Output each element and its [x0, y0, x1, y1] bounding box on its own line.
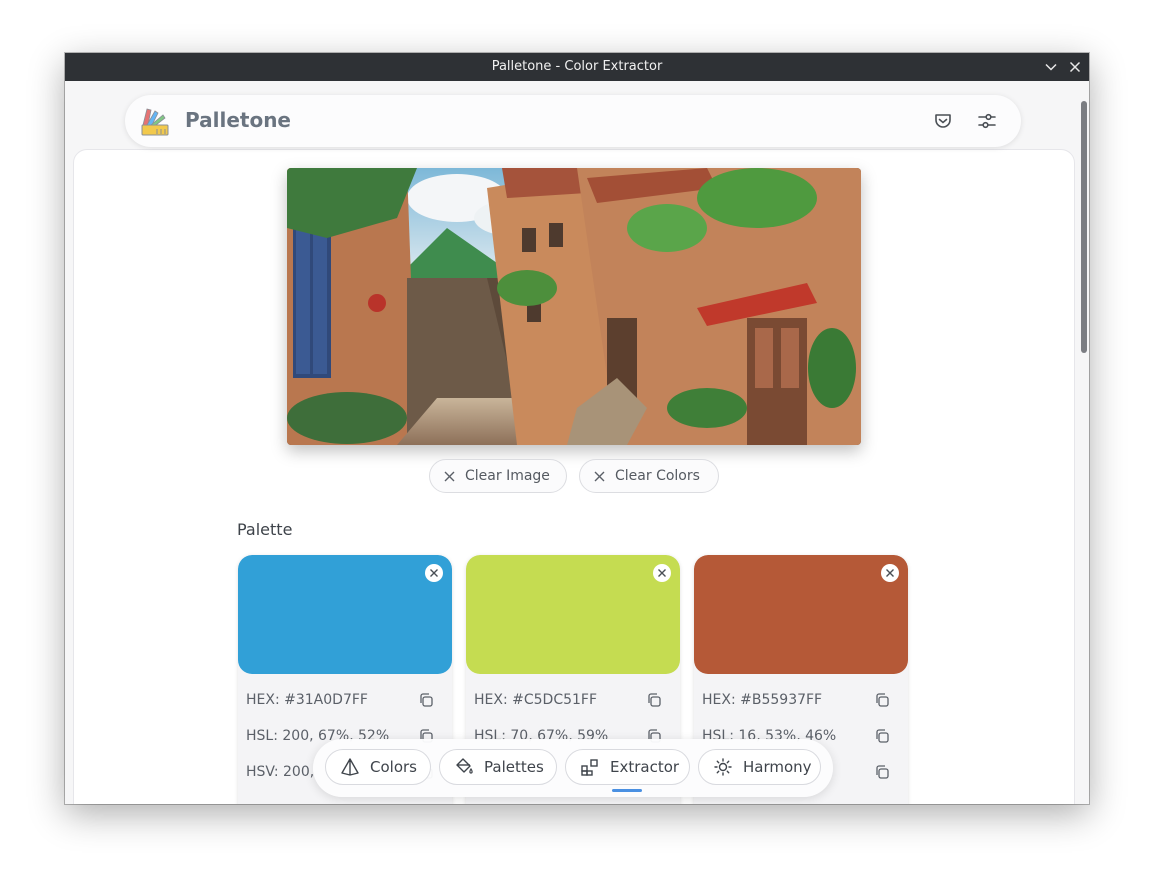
sun-icon — [713, 757, 733, 777]
close-icon — [444, 471, 455, 482]
hex-row: HEX: #31A0D7FF — [246, 692, 444, 712]
close-icon — [430, 569, 438, 577]
app-header: Palletone — [125, 95, 1021, 147]
prism-icon — [340, 757, 360, 777]
copy-icon[interactable] — [874, 764, 892, 782]
hex-value: HEX: #31A0D7FF — [246, 692, 368, 708]
close-icon — [658, 569, 666, 577]
source-image[interactable] — [287, 168, 861, 445]
copy-icon[interactable] — [418, 692, 436, 710]
copy-icon[interactable] — [646, 692, 664, 710]
main-content: Clear Image Clear Colors Palette HEX: #3… — [65, 81, 1089, 804]
close-icon — [886, 569, 894, 577]
active-tab-indicator — [612, 789, 642, 792]
copy-icon[interactable] — [874, 728, 892, 746]
app-window: Palletone - Color Extractor Clear Image … — [65, 53, 1089, 804]
clear-image-label: Clear Image — [465, 468, 550, 484]
street-scene-image — [287, 168, 861, 445]
remove-color-button[interactable] — [881, 564, 899, 582]
clear-colors-button[interactable]: Clear Colors — [579, 459, 719, 493]
hex-row: HEX: #B55937FF — [702, 692, 900, 712]
nav-extractor-label: Extractor — [610, 758, 680, 776]
nav-extractor[interactable]: Extractor — [565, 749, 690, 785]
nav-harmony-label: Harmony — [743, 758, 812, 776]
pocket-icon — [935, 114, 951, 128]
chevron-down-icon — [1045, 63, 1057, 71]
nav-harmony[interactable]: Harmony — [698, 749, 821, 785]
extractor-panel: Clear Image Clear Colors Palette HEX: #3… — [73, 149, 1075, 804]
nav-colors-label: Colors — [370, 758, 417, 776]
nav-colors[interactable]: Colors — [325, 749, 431, 785]
remove-color-button[interactable] — [653, 564, 671, 582]
close-icon — [594, 471, 605, 482]
minimize-button[interactable] — [1043, 59, 1059, 75]
close-icon — [1069, 61, 1081, 73]
sliders-icon — [978, 113, 996, 129]
titlebar: Palletone - Color Extractor — [65, 53, 1089, 81]
clear-colors-label: Clear Colors — [615, 468, 700, 484]
color-swatch[interactable] — [238, 555, 452, 674]
paint-bucket-icon — [454, 757, 474, 777]
copy-icon[interactable] — [874, 692, 892, 710]
vertical-scrollbar[interactable] — [1081, 101, 1087, 353]
close-window-button[interactable] — [1067, 59, 1083, 75]
hex-row: HEX: #C5DC51FF — [474, 692, 672, 712]
hex-value: HEX: #B55937FF — [702, 692, 823, 708]
extractor-icon — [580, 757, 600, 777]
hex-value: HEX: #C5DC51FF — [474, 692, 598, 708]
nav-palettes-label: Palettes — [484, 758, 544, 776]
color-swatch[interactable] — [694, 555, 908, 674]
nav-palettes[interactable]: Palettes — [439, 749, 557, 785]
color-swatch[interactable] — [466, 555, 680, 674]
clear-image-button[interactable]: Clear Image — [429, 459, 567, 493]
palette-logo-icon — [139, 105, 171, 137]
palette-title: Palette — [237, 520, 293, 539]
window-title: Palletone - Color Extractor — [491, 59, 663, 74]
remove-color-button[interactable] — [425, 564, 443, 582]
hsv-value: HSV: 200, — [246, 764, 315, 780]
settings-button[interactable] — [975, 109, 999, 133]
bottom-navigation: Colors Palettes Extractor Harmony — [313, 739, 833, 797]
app-name: Palletone — [185, 108, 291, 132]
pocket-button[interactable] — [931, 109, 955, 133]
